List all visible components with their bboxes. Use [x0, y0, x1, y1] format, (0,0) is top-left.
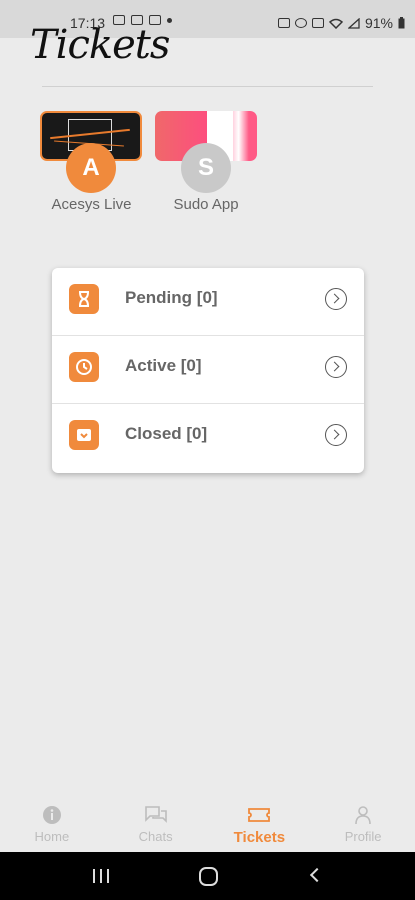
nav-item-tickets[interactable]: Tickets	[208, 795, 312, 852]
battery-icon	[398, 17, 405, 29]
hourglass-icon	[69, 284, 99, 314]
chevron-right-icon	[325, 424, 347, 446]
nav-item-chats[interactable]: Chats	[104, 795, 208, 852]
chevron-right-icon	[325, 356, 347, 378]
nav-item-profile[interactable]: Profile	[311, 795, 415, 852]
battery-text: 91%	[364, 15, 393, 31]
app-avatar: S	[181, 143, 231, 193]
ticket-status-card: Pending [0] Active [0] Closed [0]	[52, 268, 364, 473]
app-list: A Acesys Live S Sudo App	[40, 111, 257, 216]
timer-icon	[69, 352, 99, 382]
page-title: Tickets	[30, 22, 170, 68]
app-card-acesys[interactable]: A Acesys Live	[40, 111, 142, 216]
chat-icon	[144, 805, 168, 825]
key-icon	[277, 18, 290, 28]
ticket-row-closed[interactable]: Closed [0]	[52, 404, 364, 472]
signal-icon	[347, 17, 360, 29]
alarm-icon	[294, 18, 307, 28]
chevron-right-icon	[325, 288, 347, 310]
ticket-row-label: Pending [0]	[125, 288, 218, 307]
bottom-nav: Home Chats Tickets Profile	[0, 795, 415, 852]
app-name: Acesys Live	[51, 196, 132, 213]
ticket-row-pending[interactable]: Pending [0]	[52, 268, 364, 336]
nav-label: Tickets	[233, 829, 286, 846]
wifi-icon	[328, 18, 343, 29]
home-icon[interactable]	[199, 867, 218, 886]
back-icon[interactable]	[309, 867, 325, 883]
ticket-row-active[interactable]: Active [0]	[52, 336, 364, 404]
ticket-row-label: Active [0]	[125, 356, 202, 375]
nav-label: Profile	[344, 829, 382, 844]
nav-label: Home	[34, 829, 70, 844]
person-icon	[354, 805, 372, 825]
nav-label: Chats	[138, 829, 173, 844]
ticket-row-label: Closed [0]	[125, 424, 208, 443]
title-divider	[42, 86, 373, 87]
inbox-icon	[69, 420, 99, 450]
nav-item-home[interactable]: Home	[0, 795, 104, 852]
app-name: Sudo App	[173, 196, 239, 213]
recent-apps-icon[interactable]	[93, 869, 109, 883]
app-avatar: A	[66, 143, 116, 193]
system-nav-bar	[0, 852, 415, 900]
ticket-icon	[247, 805, 271, 825]
app-card-sudo[interactable]: S Sudo App	[155, 111, 257, 216]
info-icon	[42, 805, 62, 825]
mute-icon	[311, 18, 324, 28]
